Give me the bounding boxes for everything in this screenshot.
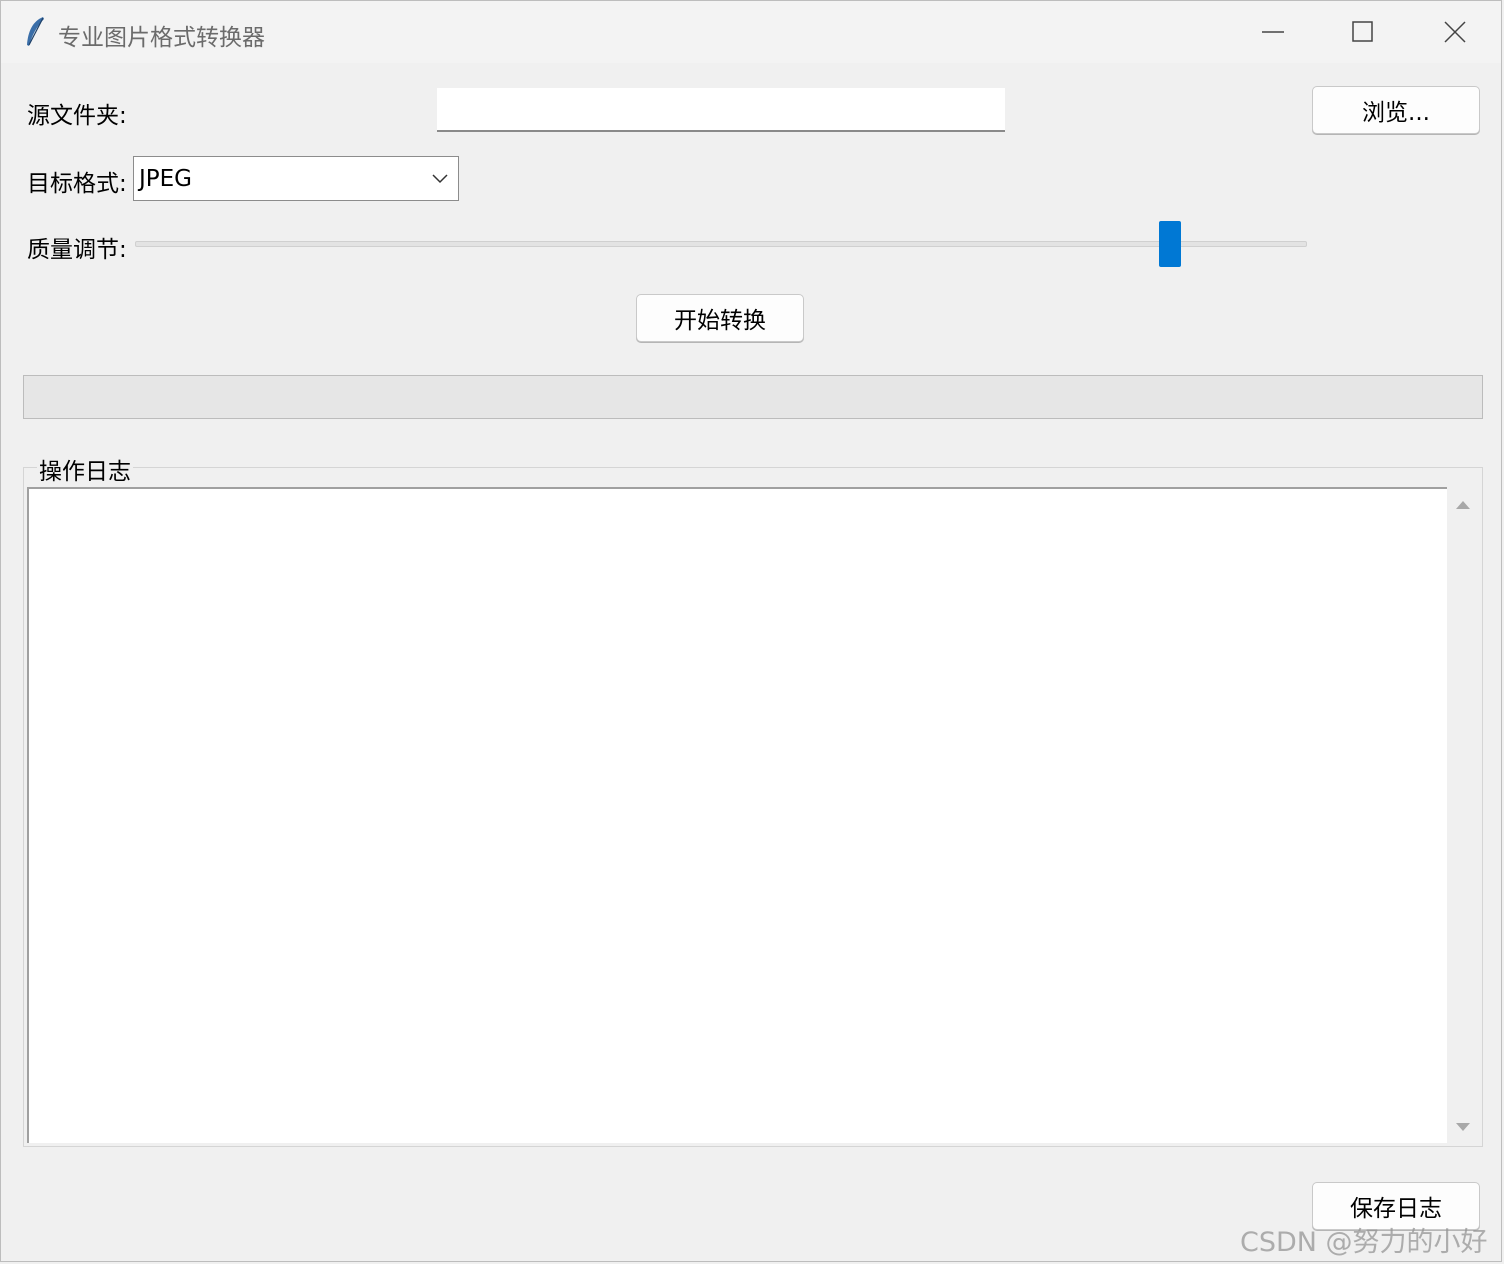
window-title: 专业图片格式转换器 bbox=[58, 25, 265, 51]
progress-bar bbox=[23, 375, 1483, 419]
minimize-button[interactable] bbox=[1227, 1, 1319, 63]
close-button[interactable] bbox=[1409, 1, 1501, 63]
log-scrollbar[interactable] bbox=[1447, 487, 1479, 1143]
source-folder-label: 源文件夹: bbox=[27, 103, 127, 129]
source-folder-input[interactable] bbox=[437, 88, 1005, 132]
scroll-down-arrow-icon[interactable] bbox=[1455, 1121, 1471, 1133]
target-format-select[interactable]: JPEG bbox=[133, 156, 459, 201]
title-bar[interactable]: 专业图片格式转换器 bbox=[1, 1, 1501, 63]
target-format-value: JPEG bbox=[139, 166, 193, 192]
target-format-label: 目标格式: bbox=[27, 171, 127, 197]
quality-label: 质量调节: bbox=[27, 237, 127, 263]
app-window: 专业图片格式转换器 源文件夹: 浏览... 目标格式: JPEG 质量调节: 开… bbox=[0, 0, 1502, 1262]
scroll-up-arrow-icon[interactable] bbox=[1455, 499, 1471, 511]
maximize-button[interactable] bbox=[1317, 1, 1409, 63]
close-icon bbox=[1444, 21, 1466, 43]
log-group-title: 操作日志 bbox=[37, 452, 133, 486]
minimize-icon bbox=[1262, 31, 1284, 33]
quality-slider-thumb[interactable] bbox=[1159, 221, 1181, 267]
browse-button[interactable]: 浏览... bbox=[1312, 86, 1480, 134]
start-convert-button[interactable]: 开始转换 bbox=[636, 294, 804, 342]
log-text-area[interactable] bbox=[27, 487, 1447, 1143]
chevron-down-icon bbox=[432, 174, 448, 184]
feather-icon bbox=[27, 17, 44, 46]
maximize-icon bbox=[1352, 21, 1373, 42]
quality-slider-track[interactable] bbox=[135, 241, 1307, 247]
watermark-text: CSDN @努力的小好 bbox=[1240, 1227, 1488, 1258]
